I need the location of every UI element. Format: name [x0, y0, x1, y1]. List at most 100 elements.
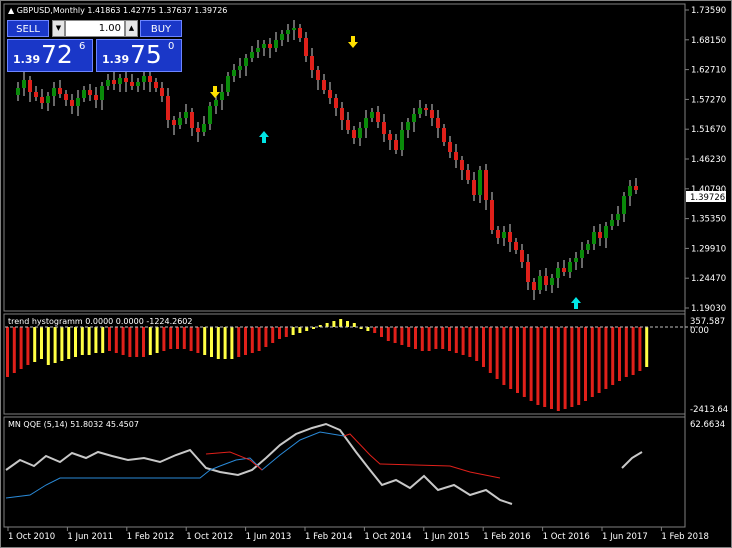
histogram-bar — [128, 327, 132, 357]
bear-candle — [58, 88, 62, 94]
histogram-bar — [33, 327, 37, 362]
qqe-slow-line — [5, 431, 345, 499]
histogram-bar — [121, 327, 125, 355]
histogram-bar — [53, 327, 57, 363]
histogram-bar — [366, 327, 370, 331]
bear-candle — [436, 118, 440, 128]
bull-candle — [292, 28, 296, 30]
chart-header-triangle-icon: ▲ — [8, 6, 15, 15]
histogram-bar — [624, 327, 628, 377]
bull-candle — [16, 88, 20, 95]
bull-candle — [106, 80, 110, 86]
histogram-bar — [522, 327, 526, 397]
sell-button[interactable]: SELL — [7, 20, 49, 37]
bear-candle — [442, 128, 446, 142]
histogram-bar — [556, 327, 560, 411]
lot-decrease-button[interactable]: ▼ — [52, 20, 65, 37]
price-axis-label: 1.35350 — [691, 215, 726, 225]
bear-candle — [508, 232, 512, 242]
sell-price-button[interactable]: 1.39 72 6 — [7, 39, 93, 72]
bull-candle — [610, 220, 614, 226]
histogram-bar — [19, 327, 23, 369]
qqe-fast-line — [5, 422, 513, 505]
bear-candle — [298, 28, 302, 38]
histogram-bar — [250, 327, 254, 353]
time-axis-label: 1 Feb 2016 — [483, 532, 531, 542]
bull-candle — [568, 262, 572, 272]
price-chart[interactable]: 1.73590 1.68150 1.62710 1.57270 1.51670 1.462… — [0, 0, 732, 548]
histogram-bar — [393, 327, 397, 343]
time-axis-label: 1 Jun 2013 — [246, 532, 292, 542]
sell-price-prefix: 1.39 — [13, 53, 41, 66]
sell-price-pips: 72 — [41, 40, 73, 69]
bull-candle — [184, 112, 188, 118]
bull-candle — [136, 82, 140, 86]
bear-candle — [112, 80, 116, 84]
histogram-bar — [495, 327, 499, 379]
time-axis-label: 1 Feb 2018 — [661, 532, 709, 542]
chart-header: ▲ GBPUSD,Monthly 1.41863 1.42775 1.37637… — [8, 6, 227, 16]
price-axis-label: 1.19030 — [691, 304, 726, 314]
histogram-header: trend hystogramm 0.0000 0.0000 -1224.260… — [8, 317, 193, 326]
bear-candle — [430, 110, 434, 118]
price-axis-label: 1.68150 — [691, 36, 726, 46]
lot-size-input[interactable]: 1.00 — [65, 20, 125, 37]
bear-candle — [196, 128, 200, 132]
histogram-bar — [67, 327, 71, 359]
bear-candle — [448, 142, 452, 152]
histogram-bar — [645, 327, 649, 367]
bull-candle — [418, 108, 422, 114]
histogram-bar — [223, 327, 227, 359]
histogram-bar — [196, 327, 200, 353]
bull-candle — [262, 44, 266, 48]
histogram-bar — [482, 327, 485, 367]
histogram-bar — [291, 327, 295, 335]
histogram-bar — [108, 327, 111, 351]
buy-signal-arrow-icon — [259, 131, 269, 143]
bull-candle — [574, 258, 578, 262]
time-axis-label: 1 Feb 2014 — [305, 532, 353, 542]
histogram-bar — [87, 327, 91, 355]
bull-candle — [580, 250, 584, 258]
buy-button[interactable]: BUY — [140, 20, 182, 37]
histogram-bar — [488, 327, 492, 373]
histogram-bar — [346, 321, 349, 327]
price-axis-label: 1.73590 — [691, 6, 726, 16]
buy-price-fraction: 0 — [168, 41, 175, 52]
bull-candle — [250, 52, 254, 58]
one-click-trading-panel: SELL ▼ 1.00 ▲ BUY 1.39 72 6 1.39 75 0 — [7, 20, 182, 72]
trend-histogram-bars — [6, 319, 649, 411]
bear-candle — [154, 82, 158, 88]
bull-candle — [46, 96, 50, 103]
bear-candle — [340, 108, 344, 120]
bull-candle — [214, 100, 218, 106]
time-axis-label: 1 Jun 2015 — [424, 532, 470, 542]
histogram-bar — [264, 327, 268, 347]
histogram-bar — [454, 327, 458, 353]
price-axis-label: 1.24470 — [691, 274, 726, 284]
histogram-bar — [278, 327, 281, 339]
bull-candle — [232, 70, 236, 76]
sell-signal-arrow-icon — [210, 86, 220, 98]
bull-candle — [604, 226, 608, 238]
chart-header-text: GBPUSD,Monthly 1.41863 1.42775 1.37637 1… — [16, 6, 228, 15]
bull-candle — [538, 276, 542, 290]
bear-candle — [124, 78, 128, 82]
bear-candle — [346, 120, 350, 130]
histogram-bar — [101, 327, 105, 353]
histogram-bar — [155, 327, 159, 353]
buy-price-button[interactable]: 1.39 75 0 — [96, 39, 182, 72]
histogram-bar — [509, 327, 513, 389]
lot-increase-button[interactable]: ▲ — [125, 20, 138, 37]
histogram-bar — [407, 327, 411, 347]
time-axis-label: 1 Jun 2017 — [602, 532, 648, 542]
histogram-bar — [543, 327, 547, 407]
histogram-bar — [536, 327, 540, 405]
histogram-bar — [244, 327, 247, 355]
histogram-bar — [230, 327, 234, 359]
bull-candle — [202, 124, 206, 132]
bull-candle — [556, 268, 560, 278]
bear-candle — [160, 88, 164, 96]
histogram-bar — [475, 327, 479, 361]
buy-price-pips: 75 — [130, 40, 162, 69]
